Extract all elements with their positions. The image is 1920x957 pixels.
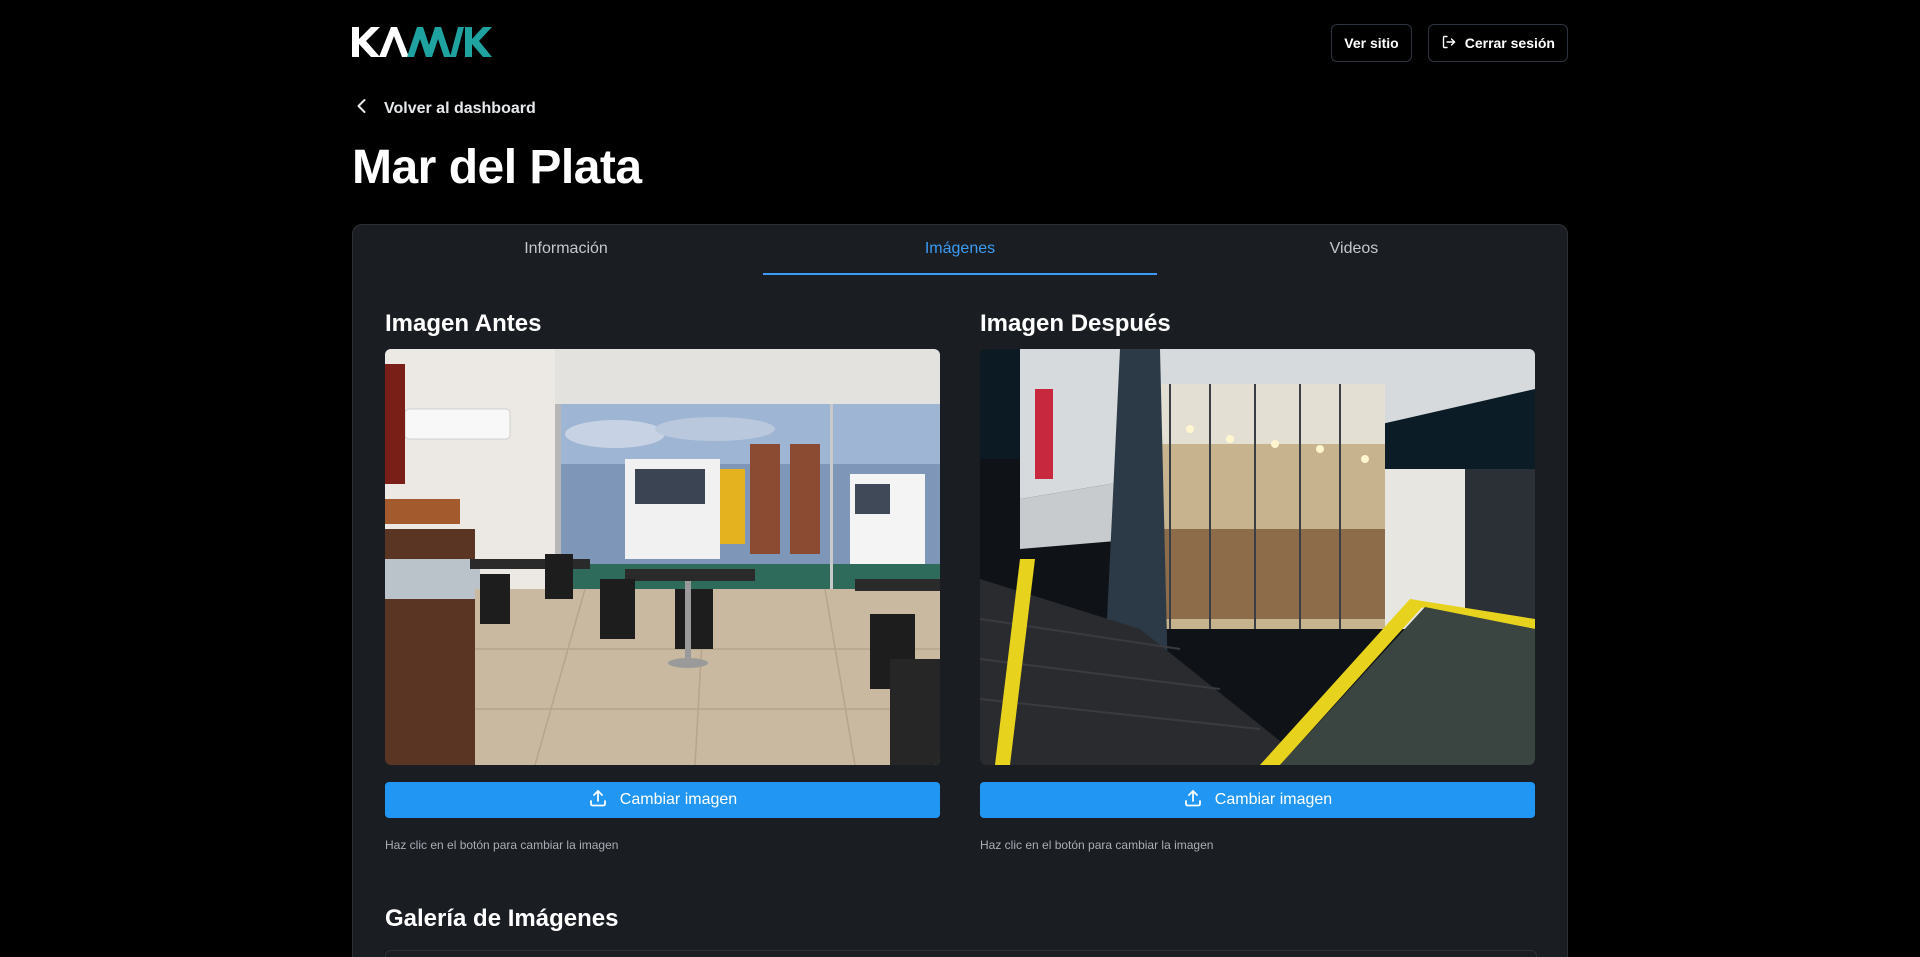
upload-icon bbox=[1183, 788, 1203, 813]
page: Ver sitio Cerrar sesión Volver al dashbo… bbox=[0, 0, 1920, 957]
after-image bbox=[980, 349, 1535, 765]
tab-informacion[interactable]: Información bbox=[369, 225, 763, 273]
after-image-title: Imagen Después bbox=[980, 310, 1171, 337]
view-site-label: Ver sitio bbox=[1344, 35, 1399, 51]
content-card: Información Imágenes Videos Imagen Antes bbox=[352, 224, 1568, 957]
change-before-image-button[interactable]: Cambiar imagen bbox=[385, 782, 940, 818]
kamak-logo[interactable] bbox=[352, 23, 494, 61]
tab-imagenes[interactable]: Imágenes bbox=[763, 225, 1157, 275]
logout-button[interactable]: Cerrar sesión bbox=[1427, 24, 1568, 62]
view-site-button[interactable]: Ver sitio bbox=[1331, 24, 1412, 62]
back-to-dashboard-link[interactable]: Volver al dashboard bbox=[352, 96, 536, 121]
before-image-hint: Haz clic en el botón para cambiar la ima… bbox=[385, 838, 619, 852]
logout-icon bbox=[1441, 34, 1457, 53]
page-title: Mar del Plata bbox=[352, 141, 642, 194]
change-after-image-label: Cambiar imagen bbox=[1214, 791, 1333, 808]
logout-label: Cerrar sesión bbox=[1464, 35, 1555, 51]
upload-icon bbox=[588, 788, 608, 813]
header-actions: Ver sitio Cerrar sesión bbox=[1331, 24, 1568, 62]
chevron-left-icon bbox=[352, 96, 372, 121]
tabs: Información Imágenes Videos bbox=[369, 225, 1551, 275]
before-image-title: Imagen Antes bbox=[385, 310, 542, 337]
tab-videos[interactable]: Videos bbox=[1157, 225, 1551, 273]
gallery-title: Galería de Imágenes bbox=[385, 905, 619, 932]
kamak-logo-mark bbox=[352, 27, 492, 57]
before-image bbox=[385, 349, 940, 765]
back-link-label: Volver al dashboard bbox=[384, 99, 536, 117]
gallery-container bbox=[385, 950, 1537, 957]
change-after-image-button[interactable]: Cambiar imagen bbox=[980, 782, 1535, 818]
change-before-image-label: Cambiar imagen bbox=[619, 791, 738, 808]
after-image-hint: Haz clic en el botón para cambiar la ima… bbox=[980, 838, 1214, 852]
